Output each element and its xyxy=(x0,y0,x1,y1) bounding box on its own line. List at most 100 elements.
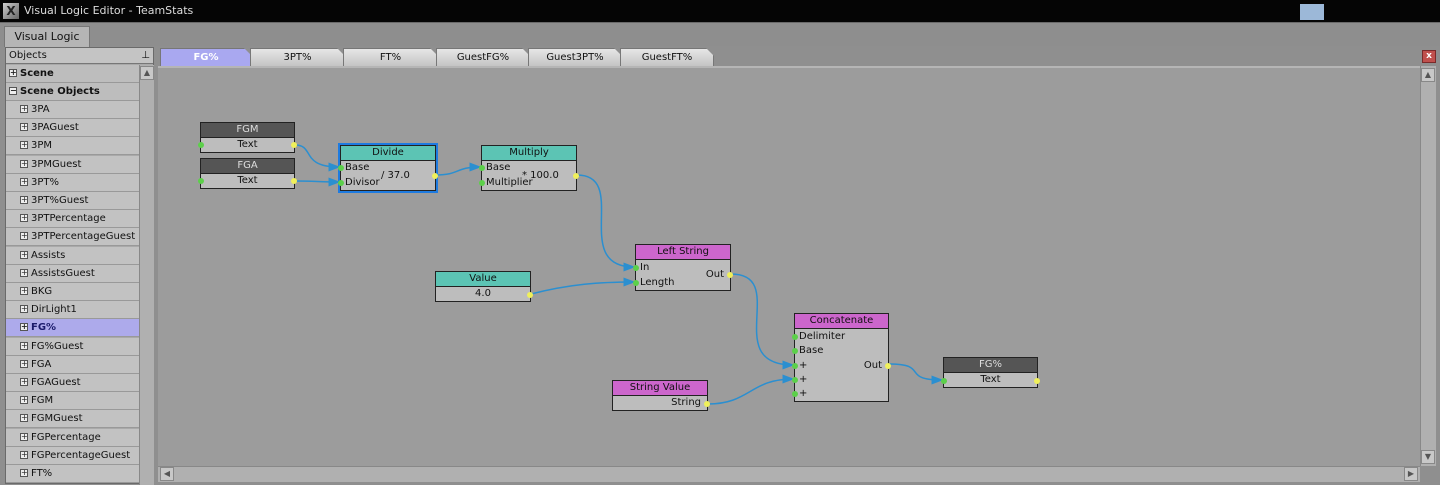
canvas-horizontal-scrollbar[interactable]: ◀ ▶ xyxy=(158,466,1420,482)
expand-icon[interactable]: + xyxy=(20,232,28,241)
output-pin[interactable] xyxy=(1034,378,1040,384)
logic-canvas[interactable] xyxy=(158,66,1422,466)
tab-3[interactable]: GuestFG% xyxy=(436,48,530,67)
expand-icon[interactable]: + xyxy=(20,396,28,405)
string-value-node[interactable]: String Value String xyxy=(612,380,710,411)
tab-2[interactable]: FT% xyxy=(343,48,438,67)
divide-node[interactable]: Divide Base Divisor/ 37.0 xyxy=(338,143,438,193)
tree-item[interactable]: +3PT% xyxy=(6,173,139,192)
input-pin[interactable] xyxy=(479,165,485,171)
input-pin[interactable] xyxy=(479,180,485,186)
tree-item[interactable]: + FGMGuest xyxy=(6,410,139,429)
input-pin[interactable] xyxy=(941,378,947,384)
expand-icon[interactable]: + xyxy=(20,287,28,295)
expand-icon[interactable]: + xyxy=(20,359,28,368)
scroll-left-icon[interactable]: ◀ xyxy=(160,467,174,481)
tab-1[interactable]: 3PT% xyxy=(250,48,345,67)
scroll-right-icon[interactable]: ▶ xyxy=(1404,467,1418,481)
user-avatar[interactable] xyxy=(1300,4,1324,20)
tree-item[interactable]: +3PTPercentageGuest xyxy=(6,228,139,247)
tree-item[interactable]: + FGA xyxy=(6,355,139,374)
node-value[interactable]: 4.0 xyxy=(436,288,530,300)
tree-item[interactable]: + BKG xyxy=(6,283,139,301)
tree-item[interactable]: +3PMGuest xyxy=(6,155,139,174)
scroll-up-icon[interactable]: ▲ xyxy=(140,66,154,80)
expand-icon[interactable]: + xyxy=(20,141,28,150)
tree-item[interactable]: + FG% xyxy=(6,319,139,338)
tab-visual-logic[interactable]: Visual Logic xyxy=(4,26,90,47)
concatenate-node[interactable]: Concatenate Delimiter Base + + + Out xyxy=(792,313,891,402)
input-pin[interactable] xyxy=(792,334,798,340)
input-pin[interactable] xyxy=(338,165,344,171)
fga-node[interactable]: FGA Text xyxy=(198,158,297,189)
expand-icon[interactable]: + xyxy=(20,250,28,259)
output-pin[interactable] xyxy=(573,173,579,179)
input-pin[interactable] xyxy=(792,348,798,354)
output-pin[interactable] xyxy=(704,401,710,407)
close-icon[interactable]: x xyxy=(1422,50,1436,63)
tab-4[interactable]: Guest3PT% xyxy=(528,48,622,67)
tree-item[interactable]: + DirLight1 xyxy=(6,301,139,320)
input-pin[interactable] xyxy=(633,265,639,271)
output-pin[interactable] xyxy=(885,363,891,369)
tree-item[interactable]: + FGAGuest xyxy=(6,374,139,392)
fg-percent-node[interactable]: FG% Text xyxy=(941,357,1040,388)
expand-icon[interactable]: + xyxy=(20,305,28,314)
output-pin[interactable] xyxy=(432,173,438,179)
input-pin[interactable] xyxy=(633,280,639,286)
collapse-icon[interactable]: − xyxy=(9,87,17,95)
multiply-node[interactable]: Multiply Base Multiplier * 100.0 xyxy=(479,145,579,191)
tree-group-scene[interactable]: + Scene xyxy=(6,65,139,83)
output-pin[interactable] xyxy=(291,142,297,148)
expand-icon[interactable]: + xyxy=(20,123,28,132)
canvas-vertical-scrollbar[interactable]: ▲ ▼ xyxy=(1420,66,1436,466)
expand-icon[interactable]: + xyxy=(20,414,28,423)
sidebar-scrollbar[interactable]: ▲ xyxy=(139,65,154,485)
input-pin[interactable] xyxy=(792,363,798,369)
scroll-up-icon[interactable]: ▲ xyxy=(1421,68,1435,82)
output-pin[interactable] xyxy=(727,272,733,278)
tree-item[interactable]: +3PAGuest xyxy=(6,119,139,138)
output-pin[interactable] xyxy=(527,292,533,298)
tree-item[interactable]: + FG%Guest xyxy=(6,337,139,356)
input-pin[interactable] xyxy=(338,180,344,186)
expand-icon[interactable]: + xyxy=(20,105,28,113)
expand-icon[interactable]: + xyxy=(9,69,17,77)
input-pin[interactable] xyxy=(792,391,798,397)
expand-icon[interactable]: + xyxy=(20,177,28,186)
tree-item[interactable]: + AssistsGuest xyxy=(6,264,139,283)
scroll-down-icon[interactable]: ▼ xyxy=(1421,450,1435,464)
output-pin[interactable] xyxy=(291,178,297,184)
node-value[interactable]: / 37.0 xyxy=(381,170,410,182)
tree-item[interactable]: + Assists xyxy=(6,246,139,265)
expand-icon[interactable]: + xyxy=(20,196,28,204)
fgm-node[interactable]: FGM Text xyxy=(198,122,297,153)
tab-5[interactable]: GuestFT% xyxy=(620,48,714,67)
expand-icon[interactable]: + xyxy=(20,432,28,441)
tree-item[interactable]: + FGPercentage xyxy=(6,428,139,447)
tree-item[interactable]: + FGPercentageGuest xyxy=(6,446,139,465)
value-node[interactable]: Value 4.0 xyxy=(435,271,533,302)
tree-item[interactable]: +3PTPercentage xyxy=(6,210,139,229)
left-string-node[interactable]: Left String In Length Out xyxy=(633,244,733,291)
pin-icon[interactable]: ⊥ xyxy=(141,48,150,63)
tree-item[interactable]: +3PA xyxy=(6,101,139,119)
expand-icon[interactable]: + xyxy=(20,268,28,277)
tree-item[interactable]: +3PM xyxy=(6,137,139,156)
expand-icon[interactable]: + xyxy=(20,214,28,223)
input-pin[interactable] xyxy=(198,178,204,184)
tree-group-scene-objects[interactable]: − Scene Objects xyxy=(6,83,139,101)
tree-item[interactable]: + FGM xyxy=(6,392,139,411)
expand-icon[interactable]: + xyxy=(20,378,28,386)
node-value[interactable]: * 100.0 xyxy=(522,170,559,182)
expand-icon[interactable]: + xyxy=(20,159,28,168)
tree-item[interactable]: +3PT%Guest xyxy=(6,192,139,210)
expand-icon[interactable]: + xyxy=(20,341,28,350)
expand-icon[interactable]: + xyxy=(20,469,28,477)
expand-icon[interactable]: + xyxy=(20,450,28,459)
input-pin[interactable] xyxy=(198,142,204,148)
expand-icon[interactable]: + xyxy=(20,323,28,332)
input-pin[interactable] xyxy=(792,377,798,383)
tree-item[interactable]: + FT% xyxy=(6,465,139,483)
tab-0[interactable]: FG% xyxy=(160,48,252,67)
